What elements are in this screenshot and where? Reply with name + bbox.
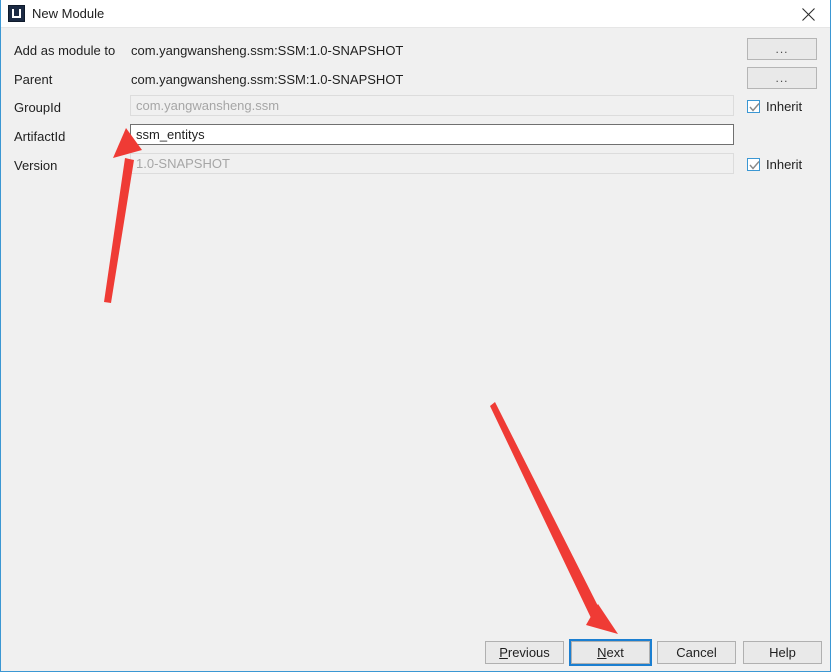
row-add-as-module-to: Add as module to com.yangwansheng.ssm:SS…: [1, 38, 830, 66]
cancel-button[interactable]: Cancel: [657, 641, 736, 664]
groupid-inherit-checkbox[interactable]: Inherit: [747, 97, 802, 115]
window-title: New Module: [32, 6, 105, 21]
new-module-dialog: New Module Add as module to com.yangwans…: [0, 0, 831, 672]
intellij-idea-icon: [8, 5, 25, 22]
label-groupid: GroupId: [14, 100, 61, 115]
label-add-as-module-to: Add as module to: [14, 43, 116, 58]
title-bar: New Module: [1, 0, 830, 28]
previous-button-label: revious: [507, 645, 550, 660]
groupid-inherit-label: Inherit: [766, 98, 803, 114]
artifactid-input[interactable]: [130, 124, 734, 145]
label-parent: Parent: [14, 72, 53, 87]
browse-parent-button[interactable]: ...: [747, 67, 817, 89]
groupid-input[interactable]: [130, 95, 734, 116]
help-button[interactable]: Help: [743, 641, 822, 664]
row-parent: Parent com.yangwansheng.ssm:SSM:1.0-SNAP…: [1, 67, 830, 95]
value-add-as-module-to: com.yangwansheng.ssm:SSM:1.0-SNAPSHOT: [131, 43, 404, 58]
version-inherit-checkbox[interactable]: Inherit: [747, 155, 802, 173]
next-button[interactable]: Next: [571, 641, 650, 664]
next-button-mnemonic: N: [597, 645, 607, 660]
close-icon[interactable]: [786, 0, 830, 27]
previous-button-mnemonic: P: [499, 645, 508, 660]
row-version: Version Inherit: [1, 153, 830, 181]
arrow-to-next-button: [490, 402, 618, 634]
row-groupid: GroupId Inherit: [1, 95, 830, 123]
previous-button[interactable]: Previous: [485, 641, 564, 664]
version-input[interactable]: [130, 153, 734, 174]
label-artifactid: ArtifactId: [14, 129, 66, 144]
version-inherit-label: Inherit: [766, 156, 803, 172]
value-parent: com.yangwansheng.ssm:SSM:1.0-SNAPSHOT: [131, 72, 404, 87]
browse-add-as-module-to-button[interactable]: ...: [747, 38, 817, 60]
next-button-label: ext: [606, 645, 624, 660]
checkbox-checked-icon: [747, 99, 760, 113]
row-artifactid: ArtifactId: [1, 124, 830, 152]
checkbox-checked-icon: [747, 157, 760, 171]
label-version: Version: [14, 158, 58, 173]
